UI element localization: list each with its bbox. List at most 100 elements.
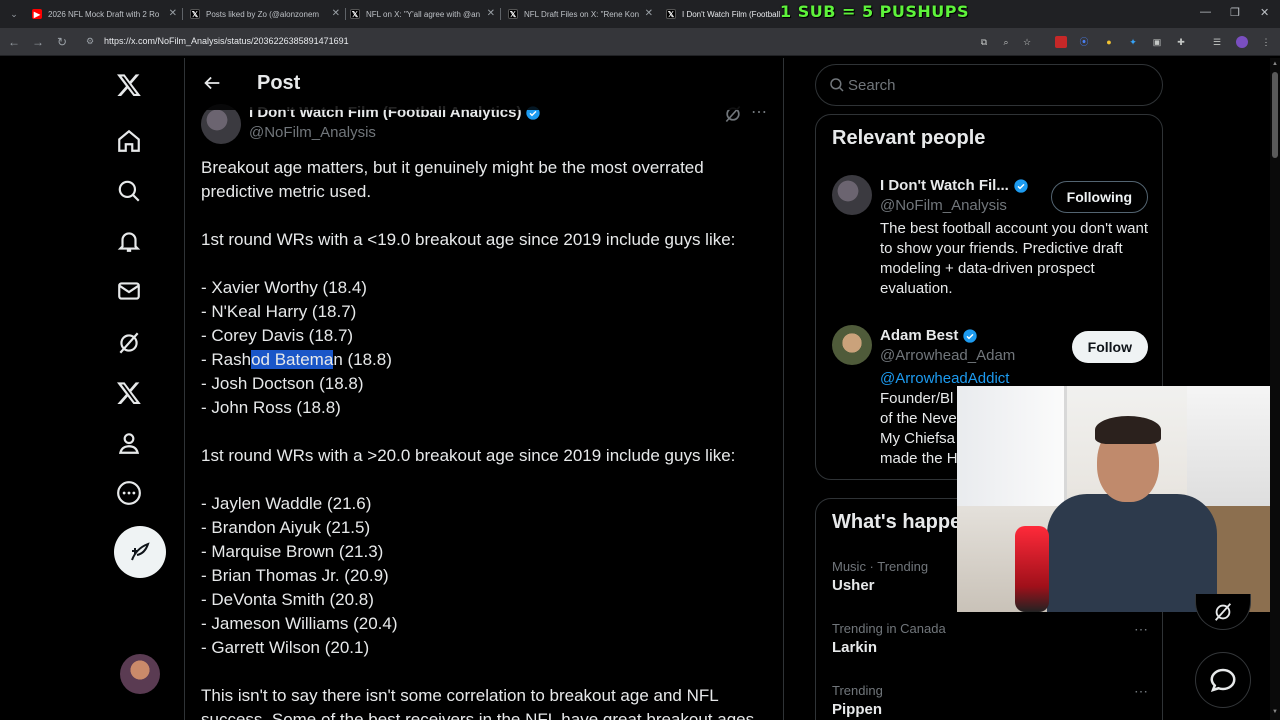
trend-more-icon[interactable]: ⋯ — [1134, 621, 1148, 638]
scroll-up-icon[interactable]: ▲ — [1271, 60, 1279, 68]
browser-tab-bar: ⌄ ▶ 2026 NFL Mock Draft with 2 Ro ✕ 𝕏 Po… — [0, 0, 1280, 28]
premium-x-icon[interactable] — [114, 378, 144, 408]
extensions-puzzle-icon[interactable]: ✚ — [1175, 36, 1187, 48]
tab-search-icon[interactable]: ⌄ — [6, 6, 22, 22]
bookmark-star-icon[interactable]: ☆ — [1021, 36, 1033, 48]
trend-name[interactable]: Larkin — [832, 639, 1148, 656]
post-line: 1st round WRs with a <19.0 breakout age … — [201, 230, 736, 249]
address-bar[interactable]: ⚙ https://x.com/NoFilm_Analysis/status/2… — [80, 32, 1080, 52]
scroll-thumb[interactable] — [1272, 72, 1278, 158]
search-box[interactable] — [815, 64, 1163, 106]
browser-tab[interactable]: 𝕏 NFL on X: "Y'all agree with @an ✕ — [350, 4, 495, 24]
more-circle-icon[interactable] — [114, 478, 144, 508]
trend-item[interactable]: Trending in Canada Larkin ⋯ — [832, 621, 1148, 656]
person-bio: The best football account you don't want… — [880, 220, 1149, 297]
close-tab-icon[interactable]: ✕ — [645, 8, 653, 19]
profile-person-icon[interactable] — [114, 428, 144, 458]
close-tab-icon[interactable]: ✕ — [169, 8, 177, 19]
zoom-icon[interactable]: ⌕ — [1000, 36, 1012, 48]
list-item: - DeVonta Smith (20.8) — [201, 590, 374, 609]
author-handle[interactable]: @NoFilm_Analysis — [249, 124, 376, 141]
post-line: Breakout age matters, but it genuinely m… — [201, 158, 704, 177]
person-card[interactable]: I Don't Watch Fil... @NoFilm_Analysis Th… — [832, 175, 1148, 305]
trend-more-icon[interactable]: ⋯ — [1134, 683, 1148, 700]
search-icon — [830, 78, 844, 92]
account-avatar[interactable] — [120, 654, 160, 694]
webcam-background — [957, 386, 1067, 506]
page-scrollbar[interactable]: ▲ ▼ — [1270, 58, 1280, 720]
text-segment: - Rash — [201, 350, 252, 369]
person-handle[interactable]: @NoFilm_Analysis — [880, 197, 1007, 214]
x-logo-icon[interactable] — [114, 70, 144, 100]
main-column: Post I Don't Watch Film (Football Analyt… — [184, 58, 784, 720]
back-arrow-icon[interactable] — [201, 72, 223, 94]
extension-icon[interactable] — [1055, 36, 1067, 48]
url-text[interactable]: https://x.com/NoFilm_Analysis/status/203… — [104, 36, 349, 46]
maximize-icon[interactable]: ❐ — [1230, 6, 1240, 19]
post-line: success. Some of the best receivers in t… — [201, 710, 759, 720]
site-info-icon[interactable]: ⚙ — [86, 36, 96, 46]
person-handle[interactable]: @Arrowhead_Adam — [880, 347, 1015, 364]
verified-badge-icon — [963, 328, 978, 343]
extension-icon[interactable]: ▣ — [1151, 36, 1163, 48]
tab-title: NFL on X: "Y'all agree with @an — [366, 9, 481, 19]
extension-icon[interactable]: ✦ — [1127, 36, 1139, 48]
trend-category: Trending in Canada — [832, 621, 946, 636]
messages-floating-button[interactable] — [1195, 652, 1251, 708]
search-input[interactable] — [848, 75, 1148, 95]
list-item: - Josh Doctson (18.8) — [201, 374, 364, 393]
reload-icon[interactable]: ↻ — [54, 34, 70, 50]
list-item: - Jaylen Waddle (21.6) — [201, 494, 372, 513]
reading-list-icon[interactable]: ☰ — [1211, 36, 1223, 48]
close-tab-icon[interactable]: ✕ — [487, 8, 495, 19]
scroll-down-icon[interactable]: ▼ — [1271, 708, 1279, 716]
person-name[interactable]: Adam Best — [880, 327, 978, 344]
trend-name[interactable]: Pippen — [832, 701, 1148, 718]
messages-envelope-icon[interactable] — [114, 276, 144, 306]
minimize-icon[interactable]: — — [1200, 6, 1211, 18]
profile-avatar-icon[interactable] — [1236, 36, 1248, 48]
text-segment: n (18.8) — [333, 350, 392, 369]
avatar[interactable] — [832, 175, 872, 215]
browser-tab[interactable]: 𝕏 NFL Draft Files on X: "Rene Kon ✕ — [508, 4, 653, 24]
tab-separator — [182, 8, 183, 20]
extension-icon[interactable]: ⦿ — [1078, 36, 1090, 48]
tab-separator — [500, 8, 501, 20]
extension-icon[interactable]: ● — [1103, 36, 1115, 48]
person-name-text[interactable]: I Don't Watch Fil... — [880, 177, 1009, 194]
selected-text: od Batema — [251, 350, 334, 369]
webcam-person — [1047, 494, 1217, 612]
browser-menu-icon[interactable]: ⋮ — [1260, 36, 1272, 48]
following-button[interactable]: Following — [1050, 181, 1148, 213]
notifications-bell-icon[interactable] — [114, 226, 144, 256]
list-item: - Jameson Williams (20.4) — [201, 614, 398, 633]
tab-title: I Don't Watch Film (Football — [682, 9, 781, 19]
left-navigation — [100, 58, 180, 720]
home-icon[interactable] — [114, 126, 144, 156]
back-icon[interactable]: ← — [6, 34, 22, 50]
webcam-person — [1095, 416, 1161, 444]
person-name-text[interactable]: Adam Best — [880, 327, 958, 344]
compose-post-button[interactable] — [114, 526, 166, 578]
close-window-icon[interactable]: ✕ — [1260, 6, 1269, 19]
browser-tab[interactable]: 𝕏 Posts liked by Zo (@alonzonem ✕ — [190, 4, 340, 24]
x-favicon-icon: 𝕏 — [190, 9, 200, 19]
forward-icon[interactable]: → — [30, 34, 46, 50]
grok-floating-button[interactable] — [1195, 594, 1251, 630]
avatar[interactable] — [832, 325, 872, 365]
follow-button[interactable]: Follow — [1071, 331, 1148, 363]
page-title: Post — [257, 72, 301, 94]
list-item: - Garrett Wilson (20.1) — [201, 638, 370, 657]
close-tab-icon[interactable]: ✕ — [332, 8, 340, 19]
trend-item[interactable]: Trending Pippen ⋯ — [832, 683, 1148, 718]
install-app-icon[interactable]: ⧉ — [978, 36, 990, 48]
panel-title: What's happe — [832, 511, 962, 533]
tab-title: 2026 NFL Mock Draft with 2 Ro — [48, 9, 160, 19]
browser-tab[interactable]: ▶ 2026 NFL Mock Draft with 2 Ro ✕ — [32, 4, 177, 24]
explore-search-icon[interactable] — [114, 176, 144, 206]
browser-tab-active[interactable]: 𝕏 I Don't Watch Film (Football — [666, 4, 784, 24]
author-avatar[interactable] — [201, 104, 241, 144]
list-item: - Brandon Aiyuk (21.5) — [201, 518, 371, 537]
person-name[interactable]: I Don't Watch Fil... — [880, 177, 1029, 194]
grok-icon[interactable] — [114, 328, 144, 358]
